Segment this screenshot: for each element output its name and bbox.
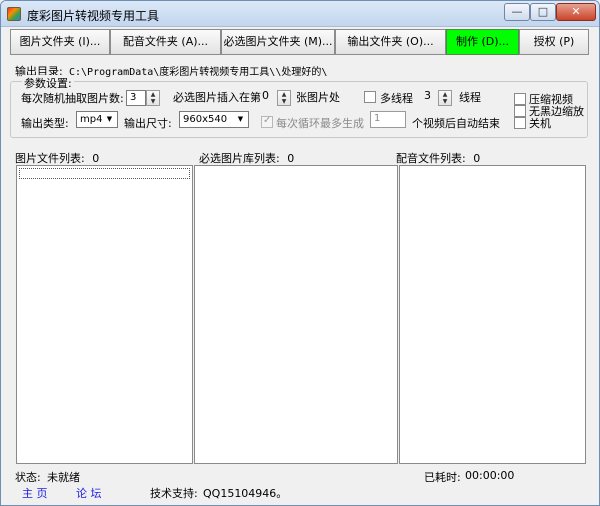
app-icon xyxy=(7,7,21,21)
random-count-stepper[interactable]: ▲ ▼ xyxy=(146,90,160,106)
random-count-input[interactable]: 3 xyxy=(126,90,146,106)
arrow-down-icon[interactable]: ▼ xyxy=(439,98,451,105)
multithread-label: 多线程 xyxy=(380,92,413,105)
params-group: 参数设置: 每次随机抽取图片数: 3 ▲ ▼ 必选图片插入在第 0 ▲ ▼ 张图… xyxy=(10,75,588,138)
output-size-select[interactable]: 960x540 ▼ xyxy=(179,111,249,128)
images-list-label: 图片文件列表: 0 xyxy=(15,150,99,166)
support-label: 技术支持: xyxy=(150,487,198,500)
insert-at-suffix: 张图片处 xyxy=(296,91,340,104)
thread-count-value: 3 xyxy=(424,89,431,102)
arrow-down-icon[interactable]: ▼ xyxy=(278,98,290,105)
checkmark-icon: ✓ xyxy=(263,115,272,126)
auto-end-suffix: 个视频后自动结束 xyxy=(412,117,500,130)
shutdown-label: 关机 xyxy=(529,117,551,130)
elapsed-value: 00:00:00 xyxy=(465,469,515,482)
minimize-icon: — xyxy=(511,5,523,18)
support-value: QQ15104946。 xyxy=(203,487,288,500)
make-button[interactable]: 制作 (D)... xyxy=(446,29,519,55)
home-link[interactable]: 主 页 xyxy=(22,485,48,501)
max-per-loop-label: 每次循环最多生成 xyxy=(276,117,364,130)
window-title: 度彩图片转视频专用工具 xyxy=(27,9,160,23)
forum-link[interactable]: 论 坛 xyxy=(76,485,102,501)
minimize-button[interactable]: — xyxy=(504,3,530,21)
arrow-up-icon[interactable]: ▲ xyxy=(278,91,290,98)
random-count-label: 每次随机抽取图片数: xyxy=(21,92,124,105)
output-type-value: mp4 xyxy=(80,114,103,125)
output-size-value: 960x540 xyxy=(183,114,228,125)
images-listbox[interactable] xyxy=(16,165,193,464)
required-image-folder-button[interactable]: 必选图片文件夹 (M)... xyxy=(221,29,335,55)
maximize-icon: □ xyxy=(537,5,549,18)
required-listbox[interactable] xyxy=(194,165,398,464)
status-value: 未就绪 xyxy=(47,471,80,484)
required-list-title: 必选图片库列表: xyxy=(199,152,280,165)
required-list-label: 必选图片库列表: 0 xyxy=(199,150,294,166)
insert-at-value: 0 xyxy=(262,89,269,102)
close-button[interactable]: ✕ xyxy=(556,3,596,21)
status-label: 状态: xyxy=(15,471,41,484)
output-size-label: 输出尺寸: xyxy=(124,117,172,130)
arrow-up-icon[interactable]: ▲ xyxy=(147,91,159,98)
arrow-up-icon[interactable]: ▲ xyxy=(439,91,451,98)
audio-list-title: 配音文件列表: xyxy=(396,152,466,165)
required-list-count: 0 xyxy=(287,152,295,165)
audio-folder-button[interactable]: 配音文件夹 (A)... xyxy=(110,29,221,55)
max-per-loop-value: 1 xyxy=(374,113,381,124)
output-dir-path: C:\ProgramData\度彩图片转视频专用工具\\处理好的\ xyxy=(69,67,328,78)
maximize-button[interactable]: □ xyxy=(530,3,556,21)
output-folder-button[interactable]: 输出文件夹 (O)... xyxy=(335,29,446,55)
focus-rectangle xyxy=(19,168,190,179)
params-group-title: 参数设置: xyxy=(22,75,74,91)
thread-suffix: 线程 xyxy=(459,91,481,104)
images-list-count: 0 xyxy=(92,152,100,165)
insert-at-stepper[interactable]: ▲ ▼ xyxy=(277,90,291,106)
multithread-checkbox[interactable] xyxy=(364,91,376,103)
shutdown-checkbox[interactable] xyxy=(514,117,526,129)
insert-at-label: 必选图片插入在第 xyxy=(173,91,261,104)
close-icon: ✕ xyxy=(571,5,581,18)
image-folder-button[interactable]: 图片文件夹 (I)... xyxy=(10,29,110,55)
output-type-label: 输出类型: xyxy=(21,117,69,130)
max-per-loop-checkbox[interactable]: ✓ xyxy=(261,115,273,128)
compress-video-checkbox[interactable] xyxy=(514,93,526,105)
random-count-value: 3 xyxy=(130,92,137,103)
chevron-down-icon: ▼ xyxy=(237,115,244,123)
audio-listbox[interactable] xyxy=(399,165,586,464)
max-per-loop-input[interactable]: 1 xyxy=(370,111,406,128)
audio-list-count: 0 xyxy=(473,152,481,165)
output-type-select[interactable]: mp4 ▼ xyxy=(76,111,118,128)
audio-list-label: 配音文件列表: 0 xyxy=(396,150,480,166)
thread-count-stepper[interactable]: ▲ ▼ xyxy=(438,90,452,106)
title-bar: 度彩图片转视频专用工具 — □ ✕ xyxy=(1,1,599,27)
no-black-border-checkbox[interactable] xyxy=(514,105,526,117)
main-window: 度彩图片转视频专用工具 — □ ✕ 图片文件夹 (I)... 配音文件夹 (A)… xyxy=(0,0,600,506)
arrow-down-icon[interactable]: ▼ xyxy=(147,98,159,105)
elapsed-label: 已耗时: xyxy=(424,471,461,484)
license-button[interactable]: 授权 (P) xyxy=(519,29,589,55)
chevron-down-icon: ▼ xyxy=(106,115,113,123)
images-list-title: 图片文件列表: xyxy=(15,152,85,165)
